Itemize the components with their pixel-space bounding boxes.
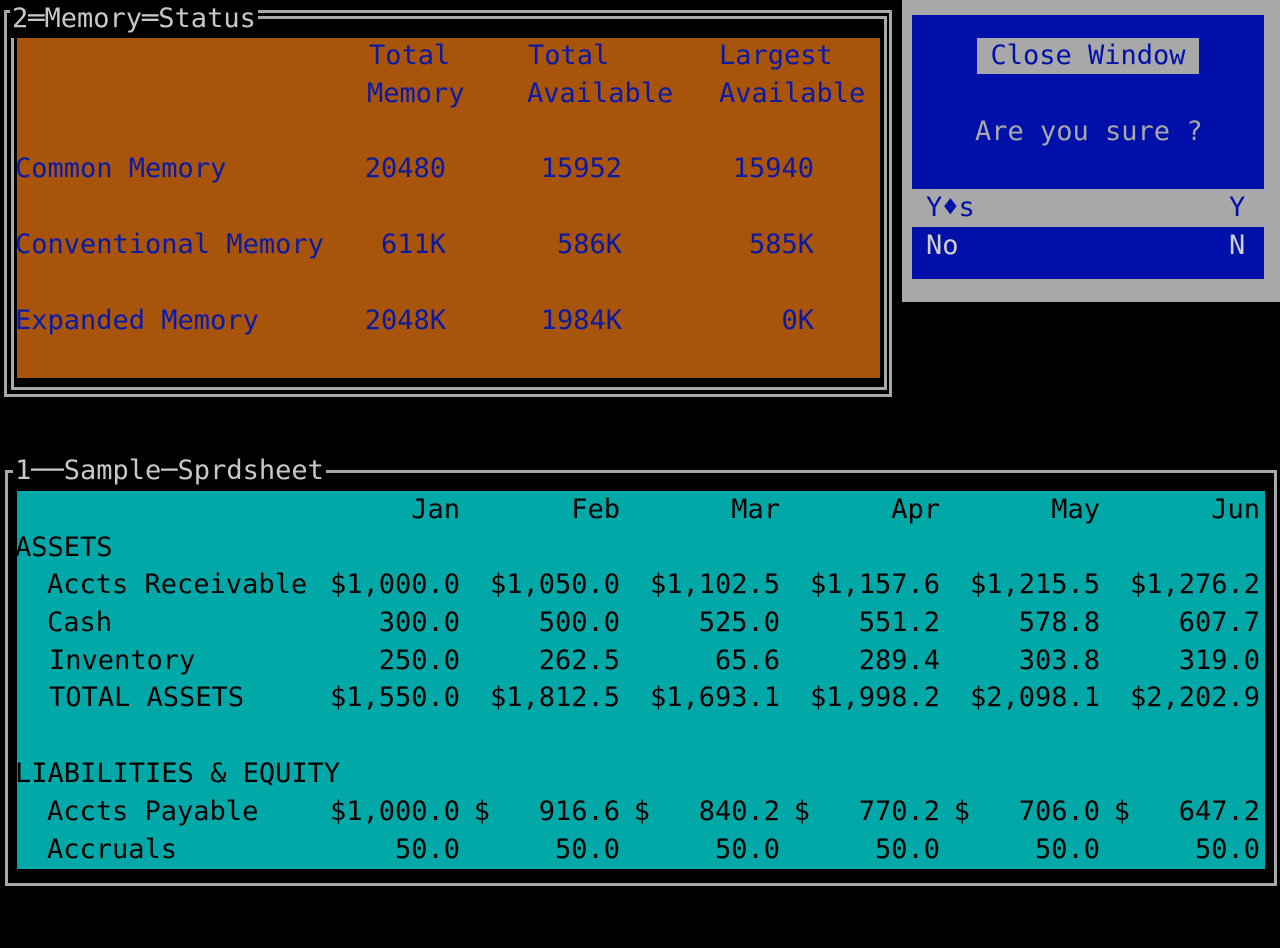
dialog-option-no[interactable] [912, 227, 1264, 279]
cell-total-assets-apr[interactable]: $1,998.2 [780, 679, 940, 717]
cell-accruals-apr[interactable]: 50.0 [780, 831, 940, 869]
dialog-option-no-hotkey[interactable]: N [1229, 227, 1245, 265]
cell-accts-receivable-jan[interactable]: $1,000.0 [300, 566, 460, 604]
cell-accts-receivable-jun[interactable]: $1,276.2 [1100, 566, 1260, 604]
cell-accruals-jun[interactable]: 50.0 [1100, 831, 1260, 869]
dialog-option-yes-label[interactable]: Y♦s [926, 189, 975, 227]
cell-inventory-mar[interactable]: 65.6 [620, 642, 780, 680]
header-total-memory-1: Total [369, 40, 451, 71]
dialog-option-no-label[interactable]: No [926, 227, 959, 265]
row-label-accruals[interactable]: Accruals [47, 831, 177, 869]
dialog-title: Close Window [977, 38, 1199, 74]
header-total-available-1: Total [528, 40, 610, 71]
cell-total-assets-feb[interactable]: $1,812.5 [460, 679, 620, 717]
row-label-common-memory: Common Memory [15, 153, 227, 184]
month-header-jan: Jan [411, 494, 460, 525]
cell-cash-feb[interactable]: 500.0 [460, 604, 620, 642]
cell-cash-mar[interactable]: 525.0 [620, 604, 780, 642]
row-label-conventional-memory: Conventional Memory [15, 229, 324, 260]
memory-status-title[interactable]: 2═Memory═Status [10, 0, 258, 38]
cell-accts-receivable-apr[interactable]: $1,157.6 [780, 566, 940, 604]
row-label-cash[interactable]: Cash [47, 604, 112, 642]
cell-accts-payable-mar[interactable]: $ 840.2 [620, 793, 780, 831]
expanded-total-available: 1984K [540, 305, 622, 336]
header-total-available-2: Available [527, 78, 674, 109]
expanded-largest-available: 0K [781, 305, 814, 336]
common-total-memory: 20480 [364, 153, 446, 184]
cell-accruals-feb[interactable]: 50.0 [460, 831, 620, 869]
cell-cash-jun[interactable]: 607.7 [1100, 604, 1260, 642]
cell-cash-apr[interactable]: 551.2 [780, 604, 940, 642]
cell-accts-payable-jun[interactable]: $ 647.2 [1100, 793, 1260, 831]
dialog-question: Are you sure ? [975, 116, 1203, 147]
row-label-total-assets[interactable]: TOTAL ASSETS [49, 679, 244, 717]
common-largest-available: 15940 [732, 153, 814, 184]
section-heading-liabilities-equity: LIABILITIES & EQUITY [15, 758, 341, 789]
row-label-expanded-memory: Expanded Memory [15, 305, 259, 336]
conventional-largest-available: 585K [748, 229, 814, 260]
header-largest-available-1: Largest [719, 40, 833, 71]
cell-accruals-mar[interactable]: 50.0 [620, 831, 780, 869]
cell-accts-receivable-mar[interactable]: $1,102.5 [620, 566, 780, 604]
conventional-total-memory: 611K [380, 229, 446, 260]
cell-inventory-feb[interactable]: 262.5 [460, 642, 620, 680]
cell-total-assets-jun[interactable]: $2,202.9 [1100, 679, 1260, 717]
dialog-option-yes-hotkey[interactable]: Y [1229, 189, 1245, 227]
cell-accts-receivable-may[interactable]: $1,215.5 [940, 566, 1100, 604]
cell-accts-payable-may[interactable]: $ 706.0 [940, 793, 1100, 831]
month-header-jun: Jun [1211, 494, 1260, 525]
cell-total-assets-jan[interactable]: $1,550.0 [300, 679, 460, 717]
cell-accts-payable-jan[interactable]: $1,000.0 [300, 793, 460, 831]
cell-cash-may[interactable]: 578.8 [940, 604, 1100, 642]
cell-accts-payable-feb[interactable]: $ 916.6 [460, 793, 620, 831]
cell-accruals-may[interactable]: 50.0 [940, 831, 1100, 869]
month-header-apr: Apr [891, 494, 940, 525]
spreadsheet-title[interactable]: 1──Sample─Sprdsheet [13, 452, 326, 490]
row-label-inventory[interactable]: Inventory [49, 642, 195, 680]
cell-total-assets-may[interactable]: $2,098.1 [940, 679, 1100, 717]
cell-inventory-may[interactable]: 303.8 [940, 642, 1100, 680]
month-header-mar: Mar [731, 494, 780, 525]
header-largest-available-2: Available [719, 78, 866, 109]
cell-total-assets-mar[interactable]: $1,693.1 [620, 679, 780, 717]
row-label-accts-payable[interactable]: Accts Payable [47, 793, 258, 831]
cell-accts-payable-apr[interactable]: $ 770.2 [780, 793, 940, 831]
expanded-total-memory: 2048K [364, 305, 446, 336]
cell-accruals-jan[interactable]: 50.0 [300, 831, 460, 869]
month-header-may: May [1051, 494, 1100, 525]
row-label-accts-receivable[interactable]: Accts Receivable [47, 566, 307, 604]
cell-inventory-jun[interactable]: 319.0 [1100, 642, 1260, 680]
conventional-total-available: 586K [556, 229, 622, 260]
cell-accts-receivable-feb[interactable]: $1,050.0 [460, 566, 620, 604]
month-header-feb: Feb [571, 494, 620, 525]
section-heading-assets: ASSETS [15, 532, 113, 563]
header-total-memory-2: Memory [367, 78, 465, 109]
common-total-available: 15952 [540, 153, 622, 184]
cell-inventory-jan[interactable]: 250.0 [300, 642, 460, 680]
cell-cash-jan[interactable]: 300.0 [300, 604, 460, 642]
cell-inventory-apr[interactable]: 289.4 [780, 642, 940, 680]
